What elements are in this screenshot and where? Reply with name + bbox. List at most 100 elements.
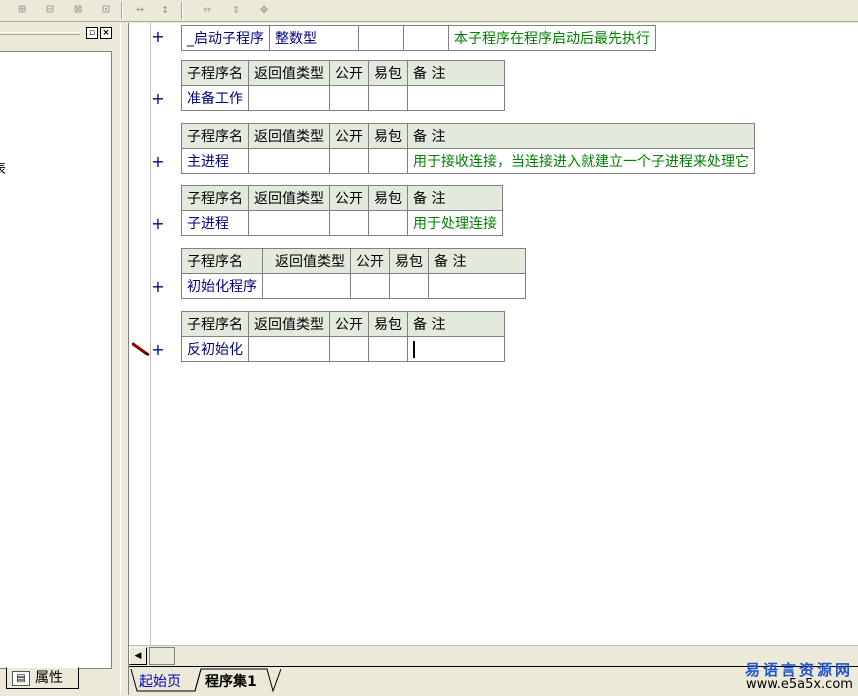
header-sub-name: 子程序名	[181, 123, 249, 149]
sub-name-cell[interactable]: 准备工作	[181, 85, 249, 111]
close-icon[interactable]: ×	[100, 27, 112, 39]
properties-tab[interactable]: ▤ 属性	[6, 667, 79, 689]
sub-table-1: 子程序名 返回值类型 公开 易包 备 注 准备工作	[181, 60, 505, 111]
public-cell[interactable]	[329, 336, 369, 362]
header-sub-name: 子程序名	[181, 311, 249, 337]
sub-table-5: 子程序名 返回值类型 公开 易包 备 注 反初始化	[181, 311, 505, 362]
tab-start-page[interactable]: 起始页	[139, 671, 181, 691]
fit-height-icon[interactable]: ⇕	[226, 2, 246, 19]
table-row: _启动子程序 整数型 本子程序在程序启动后最先执行	[181, 25, 656, 51]
tree-item-label[interactable]: 表	[0, 158, 6, 177]
toolbar: ⊞ ⊟ ⊠ ⊡ ↔ ↕ ⇔ ⇕ ✥	[0, 0, 858, 22]
expand-icon[interactable]: +	[151, 91, 165, 107]
easy-pack-cell[interactable]	[368, 148, 408, 174]
return-type-cell[interactable]	[262, 273, 351, 299]
sub-table-3: 子程序名 返回值类型 公开 易包 备 注 子进程 用于处理连接	[181, 185, 503, 236]
easy-pack-cell[interactable]	[368, 336, 408, 362]
return-type-cell[interactable]	[248, 85, 330, 111]
header-note: 备 注	[407, 60, 505, 86]
header-easy-pack: 易包	[368, 60, 408, 86]
return-type-cell[interactable]: 整数型	[269, 25, 359, 51]
editor-gutter	[129, 23, 151, 645]
header-return-type: 返回值类型	[248, 123, 330, 149]
table-row: 准备工作	[181, 85, 505, 111]
table-insert-icon[interactable]: ⊞	[12, 2, 32, 19]
public-cell[interactable]	[329, 148, 369, 174]
restore-icon[interactable]: ▫	[86, 27, 98, 39]
public-cell[interactable]	[329, 85, 369, 111]
panel-splitter[interactable]	[120, 23, 129, 695]
tab-program-set[interactable]: 程序集1	[205, 671, 257, 691]
table-row-icon[interactable]: ⊟	[40, 2, 60, 19]
header-public: 公开	[329, 311, 369, 337]
header-note: 备 注	[428, 248, 526, 274]
easy-pack-cell[interactable]	[389, 273, 429, 299]
return-type-cell[interactable]	[248, 336, 330, 362]
public-cell[interactable]	[358, 25, 404, 51]
note-cell[interactable]: 用于接收连接，当连接进入就建立一个子进程来处理它	[407, 148, 755, 174]
table-merge-icon[interactable]: ⊡	[96, 2, 116, 19]
sub-name-cell[interactable]: 初始化程序	[181, 273, 263, 299]
table-row: 主进程 用于接收连接，当连接进入就建立一个子进程来处理它	[181, 148, 755, 174]
table-header-row: 子程序名 返回值类型 公开 易包 备 注	[181, 311, 505, 337]
table-header-row: 子程序名 返回值类型 公开 易包 备 注	[181, 123, 755, 149]
note-cell[interactable]	[428, 273, 526, 299]
header-public: 公开	[329, 60, 369, 86]
sub-name-cell[interactable]: _启动子程序	[181, 25, 270, 51]
panel-header: ▫ ×	[0, 25, 118, 42]
table-column-icon[interactable]: ⊠	[68, 2, 88, 19]
table-header-row: 子程序名 返回值类型 公开 易包 备 注	[181, 185, 503, 211]
note-cell-editing[interactable]	[407, 336, 505, 362]
header-easy-pack: 易包	[368, 185, 408, 211]
scroll-thumb[interactable]	[149, 647, 175, 665]
sub-name-cell[interactable]: 主进程	[181, 148, 249, 174]
note-cell[interactable]	[407, 85, 505, 111]
project-tree[interactable]: 表	[0, 51, 112, 669]
text-cursor	[413, 340, 415, 358]
edit-pencil-icon	[132, 342, 150, 356]
expand-icon[interactable]: +	[151, 279, 165, 295]
toolbar-separator	[121, 2, 123, 19]
note-cell[interactable]: 本子程序在程序启动后最先执行	[448, 25, 656, 51]
left-panel: ▫ × 表	[0, 23, 120, 669]
sub-name-cell[interactable]: 反初始化	[181, 336, 249, 362]
sub-table-4: 子程序名 返回值类型 公开 易包 备 注 初始化程序	[181, 248, 526, 299]
height-icon[interactable]: ↕	[155, 2, 175, 19]
expand-icon[interactable]: +	[151, 154, 165, 170]
note-cell[interactable]: 用于处理连接	[407, 210, 503, 236]
fit-both-icon[interactable]: ✥	[254, 2, 274, 19]
header-easy-pack: 易包	[389, 248, 429, 274]
header-easy-pack: 易包	[368, 123, 408, 149]
expand-icon[interactable]: +	[151, 29, 165, 45]
expand-icon[interactable]: +	[151, 216, 165, 232]
sub-table-2: 子程序名 返回值类型 公开 易包 备 注 主进程 用于接收连接，当连接进入就建立…	[181, 123, 755, 174]
watermark-url: www.e5a5x.com	[746, 677, 853, 692]
width-icon[interactable]: ↔	[130, 2, 150, 19]
return-type-cell[interactable]	[248, 210, 330, 236]
code-editor[interactable]: + _启动子程序 整数型 本子程序在程序启动后最先执行 子程序名 返回值类型 公…	[129, 23, 858, 645]
expand-icon[interactable]: +	[151, 342, 165, 358]
easy-pack-cell[interactable]	[403, 25, 449, 51]
properties-icon: ▤	[12, 671, 30, 686]
header-sub-name: 子程序名	[181, 248, 263, 274]
header-public: 公开	[329, 123, 369, 149]
return-type-cell[interactable]	[248, 148, 330, 174]
public-cell[interactable]	[329, 210, 369, 236]
properties-tab-label: 属性	[35, 670, 63, 686]
header-sub-name: 子程序名	[181, 185, 249, 211]
panel-grip[interactable]	[0, 32, 80, 35]
header-note: 备 注	[407, 185, 503, 211]
table-header-row: 子程序名 返回值类型 公开 易包 备 注	[181, 60, 505, 86]
header-return-type: 返回值类型	[248, 60, 330, 86]
scroll-left-icon[interactable]: ◀	[129, 647, 147, 665]
sub-name-cell[interactable]: 子进程	[181, 210, 249, 236]
table-header-row: 子程序名 返回值类型 公开 易包 备 注	[181, 248, 526, 274]
easy-pack-cell[interactable]	[368, 85, 408, 111]
header-sub-name: 子程序名	[181, 60, 249, 86]
fit-width-icon[interactable]: ⇔	[197, 2, 217, 19]
public-cell[interactable]	[350, 273, 390, 299]
header-return-type: 返回值类型	[248, 185, 330, 211]
table-row: 子进程 用于处理连接	[181, 210, 503, 236]
header-return-type: 返回值类型	[262, 248, 351, 274]
easy-pack-cell[interactable]	[368, 210, 408, 236]
